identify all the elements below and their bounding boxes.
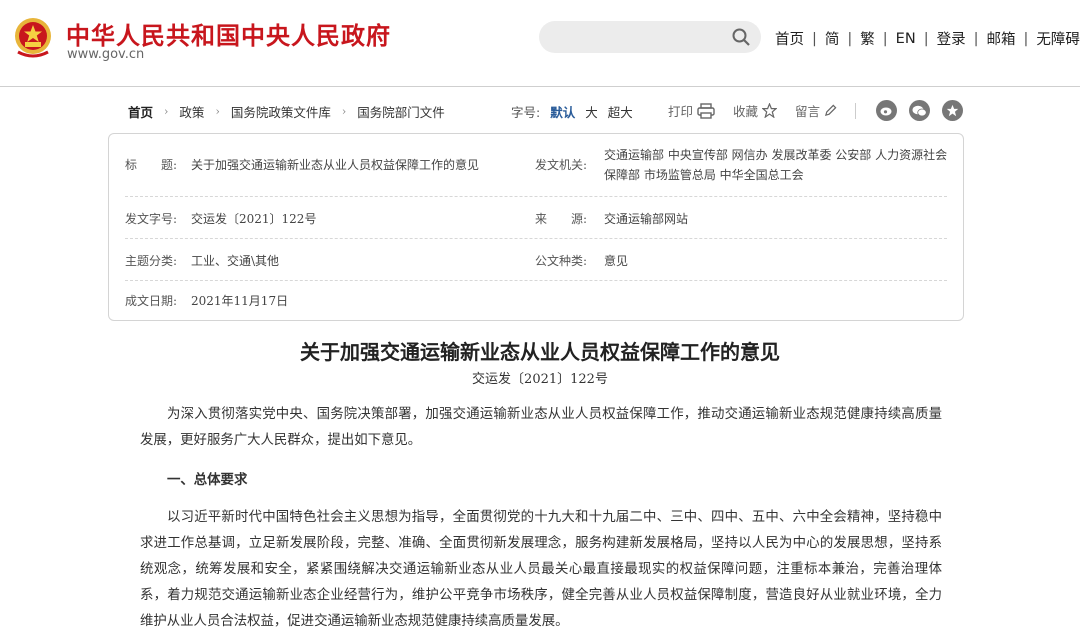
star-outline-icon (762, 103, 778, 118)
font-size-xlarge[interactable]: 超大 (608, 105, 633, 120)
page-tools: 打印 收藏 留言 (668, 100, 975, 121)
breadcrumb-separator: › (341, 105, 347, 118)
document-title: 关于加强交通运输新业态从业人员权益保障工作的意见 (300, 340, 780, 364)
nav-accessibility[interactable]: 无障碍 (1036, 28, 1080, 49)
printer-icon (697, 102, 715, 119)
info-row-topic: 主题分类: 工业、交通\其他 公文种类: 意见 (125, 238, 947, 281)
breadcrumb-policy-library[interactable]: 国务院政策文件库 (231, 102, 331, 121)
breadcrumb-department-docs[interactable]: 国务院部门文件 (357, 102, 445, 121)
nav-traditional[interactable]: 繁 (860, 28, 875, 49)
breadcrumb-bar: 首页 › 政策 › 国务院政策文件库 › 国务院部门文件 字号: 默认 大 超大… (128, 98, 964, 122)
nav-separator: | (847, 30, 853, 47)
nav-login[interactable]: 登录 (937, 28, 966, 49)
site-title[interactable]: 中华人民共和国中央人民政府 (66, 16, 391, 51)
share-icons (876, 100, 975, 121)
date-value: 2021年11月17日 (191, 294, 289, 308)
nav-separator: | (973, 30, 979, 47)
info-row-title: 标 题: 关于加强交通运输新业态从业人员权益保障工作的意见 发文机关: 交通运输… (125, 134, 947, 197)
breadcrumb-home[interactable]: 首页 (128, 102, 153, 121)
issuer-label: 发文机关: (535, 158, 588, 172)
star-badge-icon[interactable] (942, 100, 964, 121)
print-button[interactable]: 打印 (668, 101, 715, 120)
info-row-date: 成文日期: 2021年11月17日 (125, 280, 947, 320)
search-box (539, 21, 761, 53)
paragraph-general-requirements: 以习近平新时代中国特色社会主义思想为指导，全面贯彻党的十九大和十九届二中、三中、… (140, 510, 942, 629)
nav-english[interactable]: EN (896, 31, 916, 47)
issuer-value: 交通运输部 中央宣传部 网信办 发展改革委 公安部 人力资源社会保障部 市场监管… (604, 148, 948, 182)
doctype-label: 公文种类: (535, 254, 588, 268)
search-icon[interactable] (731, 27, 751, 47)
breadcrumb-policy[interactable]: 政策 (179, 102, 204, 121)
favorite-button[interactable]: 收藏 (733, 101, 778, 120)
document-number: 交运发〔2021〕122号 (472, 372, 608, 387)
breadcrumb: 首页 › 政策 › 国务院政策文件库 › 国务院部门文件 (128, 102, 445, 121)
title-value: 关于加强交通运输新业态从业人员权益保障工作的意见 (191, 158, 480, 172)
title-label: 标 题: (125, 158, 178, 172)
topic-value: 工业、交通\其他 (191, 254, 280, 268)
nav-separator: | (882, 30, 888, 47)
print-label: 打印 (668, 104, 694, 119)
nav-separator: | (923, 30, 929, 47)
tools-divider (855, 102, 857, 119)
search-input[interactable] (539, 21, 733, 53)
nav-mail[interactable]: 邮箱 (986, 28, 1015, 49)
source-label: 来 源: (535, 212, 588, 226)
breadcrumb-separator: › (215, 105, 220, 118)
date-label: 成文日期: (125, 294, 178, 308)
national-emblem-icon[interactable] (12, 16, 54, 60)
info-row-docno: 发文字号: 交运发〔2021〕122号 来 源: 交通运输部网站 (125, 196, 947, 239)
comment-button[interactable]: 留言 (795, 101, 837, 120)
document-info-box: 标 题: 关于加强交通运输新业态从业人员权益保障工作的意见 发文机关: 交通运输… (108, 133, 964, 321)
breadcrumb-separator: › (164, 105, 169, 118)
font-size-default[interactable]: 默认 (550, 105, 575, 120)
font-size-label: 字号: (511, 105, 541, 120)
weibo-icon[interactable] (876, 100, 898, 121)
font-size-switcher: 字号: 默认 大 超大 (511, 102, 633, 121)
comment-label: 留言 (795, 104, 821, 119)
font-size-large[interactable]: 大 (585, 105, 598, 120)
favorite-label: 收藏 (733, 104, 759, 119)
nav-home[interactable]: 首页 (775, 28, 804, 49)
docno-value: 交运发〔2021〕122号 (191, 212, 317, 226)
nav-separator: | (812, 30, 817, 47)
source-value: 交通运输部网站 (604, 212, 689, 226)
nav-separator: | (1023, 30, 1029, 47)
wechat-icon[interactable] (909, 100, 931, 121)
pencil-icon (825, 104, 837, 117)
site-url[interactable]: www.gov.cn (67, 47, 144, 62)
section-heading: 一、总体要求 (167, 472, 248, 488)
site-header: 中华人民共和国中央人民政府 www.gov.cn 首页 | 简 | 繁 | EN… (0, 0, 1080, 87)
top-nav: 首页 | 简 | 繁 | EN | 登录 | 邮箱 | 无障碍 (775, 28, 1080, 49)
topic-label: 主题分类: (125, 254, 178, 268)
nav-simplified[interactable]: 简 (825, 28, 840, 49)
paragraph-intro: 为深入贯彻落实党中央、国务院决策部署，加强交通运输新业态从业人员权益保障工作，推… (140, 407, 942, 448)
doctype-value: 意见 (604, 254, 629, 268)
docno-label: 发文字号: (125, 212, 178, 226)
